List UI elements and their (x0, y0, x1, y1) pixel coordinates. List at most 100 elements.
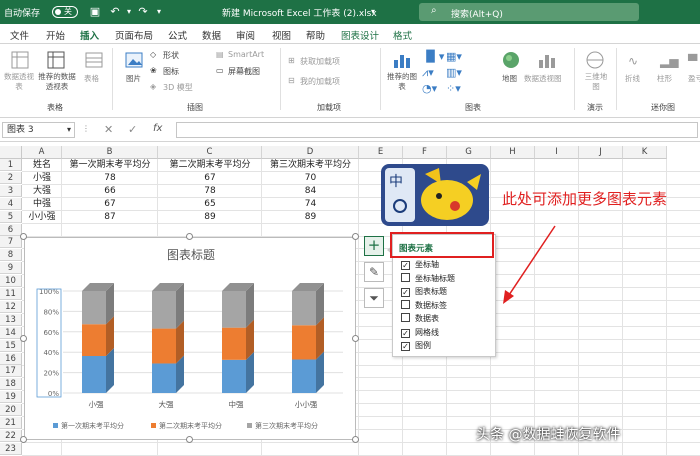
pictures-button[interactable]: 图片 (126, 74, 141, 84)
shapes-button[interactable]: 形状 (163, 50, 179, 61)
checkbox-checked[interactable]: ✓ (401, 342, 410, 351)
row-header-13[interactable]: 13 (0, 313, 22, 326)
column-header-b[interactable]: B (62, 146, 158, 159)
resize-handle[interactable] (352, 436, 359, 443)
resize-handle[interactable] (186, 233, 193, 240)
resize-handle[interactable] (20, 436, 27, 443)
resize-handle[interactable] (352, 335, 359, 342)
row-header-23[interactable]: 23 (0, 442, 22, 455)
title-dropdown-icon[interactable]: ▾ (366, 5, 380, 19)
column-header-h[interactable]: H (491, 146, 535, 159)
table-cell[interactable]: 89 (158, 211, 262, 223)
column-header-d[interactable]: D (262, 146, 359, 159)
enter-icon[interactable]: ✓ (128, 123, 137, 136)
sparkline-column-button[interactable]: 柱形 (657, 74, 672, 84)
recommended-charts-button[interactable]: 推荐的图表 (384, 72, 420, 92)
checkbox-checked[interactable]: ✓ (401, 288, 410, 297)
table-cell[interactable]: 78 (158, 185, 262, 197)
table-cell[interactable]: 87 (62, 211, 158, 223)
checkbox-unchecked[interactable] (401, 299, 410, 309)
table-cell[interactable]: 70 (262, 172, 359, 184)
sparkline-winloss-button[interactable]: 盈亏 (688, 74, 700, 84)
row-header-21[interactable]: 21 (0, 417, 22, 429)
scatter-chart-icon[interactable]: ⁘▾ (446, 82, 461, 95)
tab-home[interactable]: 开始 (46, 28, 65, 42)
table-cell[interactable]: 65 (158, 198, 262, 210)
pie-chart-icon[interactable]: ◔▾ (422, 82, 437, 95)
row-header-20[interactable]: 20 (0, 404, 22, 417)
tab-file[interactable]: 文件 (10, 28, 29, 42)
insert-function-icon[interactable]: fx (153, 123, 162, 134)
tab-data[interactable]: 数据 (202, 28, 221, 42)
column-header-j[interactable]: J (579, 146, 623, 159)
statistic-chart-icon[interactable]: ▥▾ (446, 66, 462, 79)
row-header-11[interactable]: 11 (0, 288, 22, 300)
table-cell[interactable]: 84 (262, 185, 359, 197)
column-header-g[interactable]: G (447, 146, 491, 159)
pivot-chart-button[interactable]: 数据透视图 (524, 74, 562, 84)
table-cell[interactable]: 74 (262, 198, 359, 210)
row-header-1[interactable]: 1 (0, 159, 22, 171)
row-header-7[interactable]: 7 (0, 236, 22, 249)
smartart-button[interactable]: SmartArt (228, 50, 264, 59)
cancel-icon[interactable]: ✕ (104, 123, 113, 136)
row-header-4[interactable]: 4 (0, 197, 22, 210)
search-box[interactable]: ⌕ 搜索(Alt+Q) (419, 3, 639, 21)
table-cell[interactable]: 中强 (22, 198, 62, 210)
row-header-16[interactable]: 16 (0, 352, 22, 365)
hierarchy-chart-icon[interactable]: ▦▾ (446, 50, 462, 63)
table-cell[interactable]: 大强 (22, 185, 62, 197)
chart-styles-button[interactable]: ✎ (364, 262, 384, 282)
tab-format[interactable]: 格式 (393, 28, 412, 42)
resize-handle[interactable] (20, 335, 27, 342)
resize-handle[interactable] (20, 233, 27, 240)
3d-map-button[interactable]: 三维地图 (584, 72, 608, 92)
name-box[interactable]: 图表 3 ▾ (2, 122, 75, 138)
resize-handle[interactable] (186, 436, 193, 443)
column-header-a[interactable]: A (22, 146, 62, 159)
row-header-17[interactable]: 17 (0, 365, 22, 378)
recommended-pivot-button[interactable]: 推荐的数据透视表 (36, 72, 78, 92)
tab-review[interactable]: 审阅 (236, 28, 255, 42)
autosave-toggle[interactable]: 关 (52, 6, 78, 18)
row-header-9[interactable]: 9 (0, 262, 22, 275)
chart-element-option[interactable]: 坐标轴标题 (401, 272, 455, 286)
table-header-cell[interactable]: 第二次期末考平均分 (158, 159, 262, 171)
3d-model-button[interactable]: 3D 模型 (163, 82, 193, 93)
row-header-5[interactable]: 5 (0, 210, 22, 223)
table-cell[interactable]: 67 (158, 172, 262, 184)
chart-filters-button[interactable]: ⏷ (364, 288, 384, 308)
chart-element-option[interactable]: ✓ 坐标轴 (401, 259, 439, 272)
tab-formulas[interactable]: 公式 (168, 28, 187, 42)
chart-area[interactable]: 图表标题 0% 20% 40% 60% 80% 100% 小强 大强 中强 小小强 第一次期末考平均… (24, 237, 356, 440)
tab-page-layout[interactable]: 页面布局 (115, 28, 153, 42)
column-header-f[interactable]: F (403, 146, 447, 159)
chart-elements-button[interactable]: + (364, 236, 384, 256)
table-header-cell[interactable]: 姓名 (22, 159, 62, 171)
save-icon[interactable]: ▣ (88, 5, 102, 19)
table-cell[interactable]: 小小强 (22, 211, 62, 223)
tab-help[interactable]: 帮助 (306, 28, 325, 42)
column-header-i[interactable]: I (535, 146, 579, 159)
chart-element-option[interactable]: 数据表 (401, 313, 439, 326)
checkbox-checked[interactable]: ✓ (401, 261, 410, 270)
table-cell[interactable]: 89 (262, 211, 359, 223)
my-addins-button[interactable]: 我的加载项 (300, 76, 340, 87)
maps-button[interactable]: 地图 (502, 74, 517, 84)
table-button[interactable]: 表格 (84, 74, 99, 84)
row-header-18[interactable]: 18 (0, 378, 22, 391)
select-all-corner[interactable] (0, 146, 22, 159)
icons-button[interactable]: 图标 (163, 66, 179, 77)
tab-view[interactable]: 视图 (272, 28, 291, 42)
column-header-k[interactable]: K (623, 146, 667, 159)
row-header-3[interactable]: 3 (0, 184, 22, 197)
formula-input[interactable] (176, 122, 698, 138)
checkbox-checked[interactable]: ✓ (401, 328, 410, 338)
sparkline-line-button[interactable]: 折线 (625, 74, 640, 84)
chart-element-option[interactable]: ✓ 网格线 (401, 327, 439, 340)
row-header-10[interactable]: 10 (0, 275, 22, 288)
pivot-table-button[interactable]: 数据透视表 (2, 72, 36, 92)
line-chart-icon[interactable]: ⩘▾ (422, 66, 434, 80)
column-header-e[interactable]: E (359, 146, 403, 159)
row-header-22[interactable]: 22 (0, 429, 22, 442)
